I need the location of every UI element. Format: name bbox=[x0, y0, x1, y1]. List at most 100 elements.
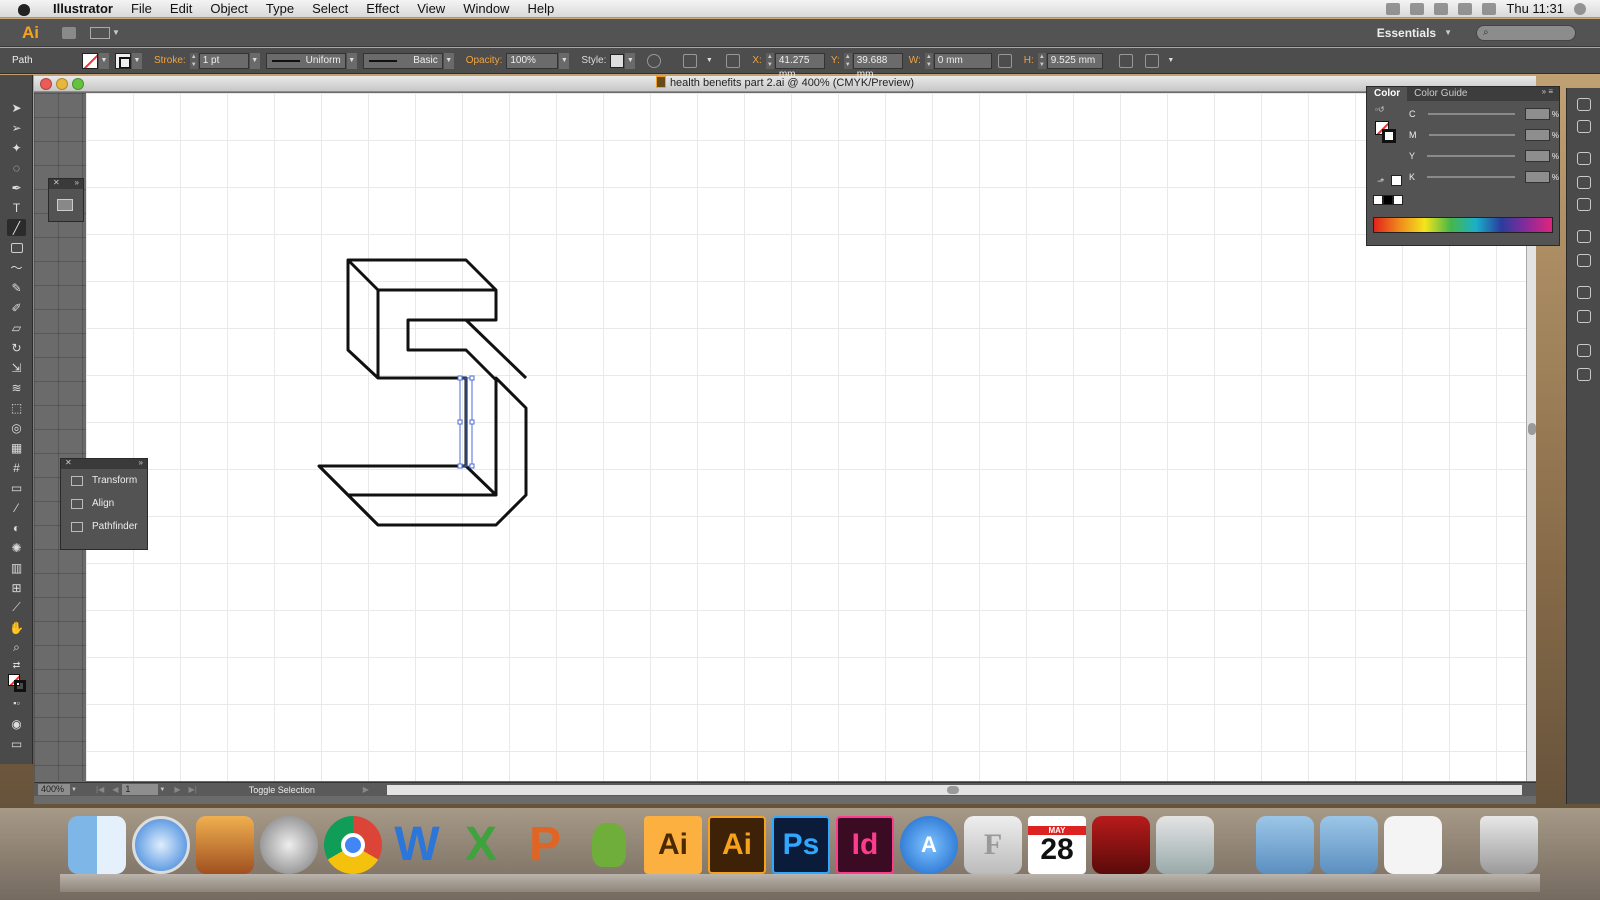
fontbook-icon[interactable]: F bbox=[964, 816, 1022, 874]
stroke-stepper[interactable]: ▲ ▼ bbox=[189, 52, 198, 69]
menu-object[interactable]: Object bbox=[201, 1, 257, 16]
status-text[interactable]: Toggle Selection bbox=[249, 785, 359, 795]
swap-fill-stroke-icon[interactable]: ▫↺ bbox=[1375, 105, 1385, 114]
zoom-level-field[interactable]: 400% bbox=[38, 784, 70, 795]
panel-item-transform[interactable]: Transform bbox=[61, 469, 147, 492]
brush-definition[interactable]: Basic bbox=[362, 52, 443, 69]
indesign-icon[interactable]: Id bbox=[836, 816, 894, 874]
pencil-tool-icon[interactable]: ✎ bbox=[7, 279, 26, 296]
warp-tool-icon[interactable]: ≋ bbox=[7, 379, 26, 396]
trash-icon[interactable] bbox=[1480, 816, 1538, 874]
bluetooth-icon[interactable] bbox=[1434, 2, 1449, 15]
h-field[interactable]: 9.525 mm bbox=[1046, 52, 1103, 69]
app-store-icon[interactable]: A bbox=[900, 816, 958, 874]
apple-menu-icon[interactable] bbox=[16, 1, 32, 17]
artboard-tool-icon[interactable]: ⊞ bbox=[7, 579, 26, 596]
direct-selection-tool-icon[interactable]: ➢ bbox=[7, 119, 26, 136]
blob-brush-tool-icon[interactable]: ✐ bbox=[7, 299, 26, 316]
reference-point-icon[interactable] bbox=[726, 53, 741, 68]
menu-edit[interactable]: Edit bbox=[161, 1, 201, 16]
applications-folder-icon[interactable] bbox=[1256, 816, 1314, 874]
yellow-slider[interactable] bbox=[1427, 155, 1515, 157]
x-stepper[interactable]: ▲ ▼ bbox=[765, 52, 774, 69]
white-swatch[interactable] bbox=[1393, 195, 1403, 205]
minimize-window-button[interactable] bbox=[56, 78, 68, 90]
chevron-down-icon[interactable]: ▼ bbox=[346, 52, 357, 69]
cyan-field[interactable] bbox=[1525, 108, 1550, 120]
chevron-down-icon[interactable]: ▼ bbox=[112, 28, 120, 37]
letter-s-artwork[interactable] bbox=[317, 258, 528, 527]
eyedropper-tool-icon[interactable]: ⁄ bbox=[7, 499, 26, 516]
w-stepper[interactable]: ▲ ▼ bbox=[924, 52, 933, 69]
default-fill-stroke-icon[interactable]: ⇄ bbox=[7, 659, 26, 671]
magenta-field[interactable] bbox=[1525, 129, 1550, 141]
downloads-stack-icon[interactable] bbox=[1384, 816, 1442, 874]
stroke-swatch[interactable] bbox=[1382, 129, 1396, 143]
selection-tool-icon[interactable]: ➤ bbox=[7, 99, 26, 116]
line-segment-tool-icon[interactable]: ╱ bbox=[7, 219, 26, 236]
mesh-tool-icon[interactable]: # bbox=[7, 459, 26, 476]
x-field[interactable]: 41.275 mm bbox=[774, 52, 825, 80]
link-proportions-icon[interactable] bbox=[997, 53, 1012, 68]
chevron-down-icon[interactable]: ▼ bbox=[99, 52, 109, 69]
appearance-panel-icon[interactable] bbox=[1577, 98, 1591, 111]
status-menu-arrow-icon[interactable]: ▶ bbox=[363, 785, 369, 794]
menu-view[interactable]: View bbox=[408, 1, 454, 16]
free-transform-tool-icon[interactable]: ⬚ bbox=[7, 399, 26, 416]
black-slider[interactable] bbox=[1427, 176, 1515, 178]
screen-mode-icon[interactable]: ▭ bbox=[7, 735, 26, 752]
stroke-weight-field[interactable]: 1 pt bbox=[198, 52, 249, 69]
expand-icon[interactable]: » bbox=[139, 458, 143, 467]
chevron-down-icon[interactable]: ▼ bbox=[1166, 53, 1176, 69]
column-graph-tool-icon[interactable]: ▥ bbox=[7, 559, 26, 576]
tab-color[interactable]: Color bbox=[1367, 87, 1408, 101]
time-machine-icon[interactable] bbox=[1410, 2, 1425, 15]
align-to-icon[interactable] bbox=[683, 53, 698, 68]
cyan-slider[interactable] bbox=[1427, 113, 1516, 115]
close-icon[interactable]: ✕ bbox=[53, 178, 60, 187]
stroke-swatch[interactable] bbox=[115, 52, 131, 69]
opacity-field[interactable]: 100% bbox=[506, 52, 559, 69]
swatches-panel-icon[interactable] bbox=[1577, 152, 1591, 165]
finder-icon[interactable] bbox=[68, 816, 126, 874]
magenta-slider[interactable] bbox=[1428, 134, 1516, 136]
bridge-icon[interactable] bbox=[62, 26, 76, 39]
black-slider-row[interactable]: K % bbox=[1409, 170, 1559, 184]
type-tool-icon[interactable]: T bbox=[7, 199, 26, 216]
graphic-styles-icon[interactable] bbox=[57, 199, 73, 211]
last-artboard-icon[interactable]: ▶| bbox=[189, 785, 197, 794]
chevron-down-icon[interactable]: ▼ bbox=[559, 52, 570, 69]
excel-icon[interactable]: X bbox=[452, 816, 510, 874]
menu-effect[interactable]: Effect bbox=[357, 1, 408, 16]
lasso-tool-icon[interactable]: ◌ bbox=[7, 159, 26, 176]
graphic-style-swatch[interactable] bbox=[610, 53, 625, 68]
perspective-grid-tool-icon[interactable]: ▦ bbox=[7, 439, 26, 456]
safari-icon[interactable] bbox=[132, 816, 190, 874]
panel-header[interactable]: ✕ » bbox=[49, 178, 83, 189]
zoom-tool-icon[interactable]: ⌕ bbox=[7, 639, 26, 656]
volume-icon[interactable] bbox=[1482, 2, 1497, 15]
hand-tool-icon[interactable]: ✋ bbox=[7, 619, 26, 636]
selection-highlight[interactable] bbox=[457, 375, 475, 469]
black-field[interactable] bbox=[1524, 171, 1550, 183]
web-safe-swatch[interactable] bbox=[1391, 175, 1402, 186]
powerpoint-icon[interactable]: P bbox=[516, 816, 574, 874]
expand-icon[interactable]: » bbox=[75, 178, 79, 187]
next-artboard-icon[interactable]: ▶ bbox=[174, 785, 180, 794]
spotlight-search-icon[interactable] bbox=[1574, 2, 1586, 15]
menu-type[interactable]: Type bbox=[257, 1, 303, 16]
yellow-field[interactable] bbox=[1524, 150, 1550, 162]
pen-tool-icon[interactable]: ✒ bbox=[7, 179, 26, 196]
printer-icon[interactable] bbox=[1386, 2, 1401, 15]
close-icon[interactable]: ✕ bbox=[65, 458, 72, 467]
transparency-panel-icon[interactable] bbox=[1577, 286, 1591, 299]
arrange-documents-icon[interactable] bbox=[90, 26, 110, 39]
symbols-panel-icon[interactable] bbox=[1577, 198, 1591, 211]
workspace-switcher[interactable]: Essentials bbox=[1377, 26, 1436, 40]
chevron-down-icon[interactable]: ▼ bbox=[249, 52, 260, 69]
transform-options-icon[interactable] bbox=[1144, 53, 1159, 68]
menu-app-illustrator[interactable]: Illustrator bbox=[44, 1, 122, 16]
stroke-panel-icon[interactable] bbox=[1577, 230, 1591, 243]
previous-artboard-icon[interactable]: ◀ bbox=[112, 785, 118, 794]
rotate-tool-icon[interactable]: ↻ bbox=[7, 339, 26, 356]
